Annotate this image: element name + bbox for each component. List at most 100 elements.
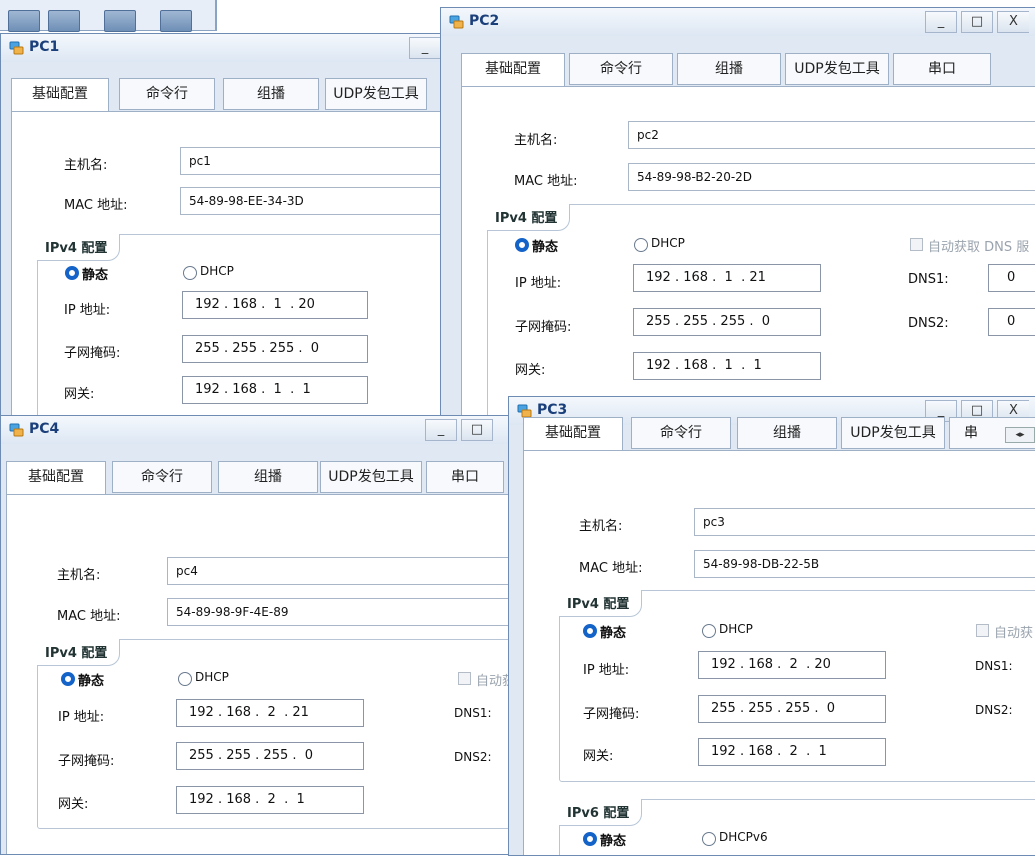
mask-input[interactable]: 255 . 255 . 255 . 0 — [176, 742, 364, 770]
ipv4-group-title: IPv4 配置 — [37, 234, 121, 261]
hostname-input[interactable]: pc2 — [628, 121, 1035, 149]
ipv4-group: IPv4 配置 静态 DHCP IP 地址: 192 . 168 . 1 . 2… — [37, 234, 444, 434]
gateway-label: 网关: — [58, 797, 89, 812]
tab-command-line[interactable]: 命令行 — [631, 417, 731, 449]
ipv4-group-title: IPv4 配置 — [487, 204, 571, 231]
auto-dns-label: 自动获取 DNS 服 — [928, 240, 1030, 255]
dhcp-radio[interactable] — [178, 672, 192, 686]
ipv4-group-title: IPv4 配置 — [559, 590, 643, 617]
title-bar[interactable]: PC2 _ □ X — [441, 8, 1035, 36]
window-title: PC1 — [29, 39, 60, 55]
title-bar[interactable]: PC4 _ □ — [1, 416, 511, 444]
auto-dns-checkbox[interactable] — [976, 624, 989, 637]
pc1-window: PC1 _ 基础配置 命令行 组播 UDP发包工具 主机名: pc1 MAC 地… — [0, 33, 445, 453]
close-button[interactable]: X — [997, 11, 1029, 33]
tab-multicast[interactable]: 组播 — [677, 53, 781, 85]
ip-input[interactable]: 192 . 168 . 2 . 20 — [698, 651, 886, 679]
ip-label: IP 地址: — [515, 276, 562, 291]
mask-label: 子网掩码: — [58, 754, 115, 769]
static6-label: 静态 — [600, 834, 627, 849]
mask-input[interactable]: 255 . 255 . 255 . 0 — [633, 308, 821, 336]
minimize-button[interactable]: _ — [425, 419, 457, 441]
device-icon[interactable] — [48, 10, 80, 32]
maximize-button[interactable]: □ — [461, 419, 493, 441]
ip-input[interactable]: 192 . 168 . 1 . 21 — [633, 264, 821, 292]
tab-udp-tool[interactable]: UDP发包工具 — [841, 417, 945, 449]
tab-serial[interactable]: 串口 — [426, 461, 504, 493]
minimize-button[interactable]: _ — [409, 37, 441, 59]
pc3-window: PC3 _ □ X 基础配置 命令行 组播 UDP发包工具 串 ◂▸ 主机名: … — [508, 396, 1035, 856]
dhcpv6-radio[interactable] — [702, 832, 716, 846]
hostname-input[interactable]: pc1 — [180, 147, 444, 175]
auto-dns-label: 自动获 — [476, 674, 512, 689]
dhcp-radio[interactable] — [702, 624, 716, 638]
mac-label: MAC 地址: — [579, 561, 643, 576]
gateway-input[interactable]: 192 . 168 . 2 . 1 — [176, 786, 364, 814]
tab-multicast[interactable]: 组播 — [223, 78, 319, 110]
tab-scroll-arrows[interactable]: ◂▸ — [1005, 427, 1035, 443]
static-radio[interactable] — [515, 238, 529, 252]
dhcp-radio[interactable] — [634, 238, 648, 252]
dns1-input[interactable]: 0 — [988, 264, 1035, 292]
tab-command-line[interactable]: 命令行 — [119, 78, 215, 110]
tab-udp-tool[interactable]: UDP发包工具 — [325, 78, 427, 110]
tab-udp-tool[interactable]: UDP发包工具 — [320, 461, 422, 493]
auto-dns-checkbox[interactable] — [458, 672, 471, 685]
ipv4-group: IPv4 配置 静态 DHCP 自动获 IP 地址: 192 . 168 . 2… — [37, 639, 512, 829]
title-bar[interactable]: PC1 _ — [1, 34, 444, 62]
mac-field[interactable]: 54-89-98-9F-4E-89 — [167, 598, 511, 626]
static-radio[interactable] — [61, 672, 75, 686]
tab-multicast[interactable]: 组播 — [218, 461, 318, 493]
hostname-input[interactable]: pc4 — [167, 557, 511, 585]
tab-bar: 基础配置 命令行 组播 UDP发包工具 串口 — [6, 461, 511, 495]
auto-dns-checkbox[interactable] — [910, 238, 923, 251]
dhcp-label: DHCP — [719, 622, 753, 636]
tab-basic-config[interactable]: 基础配置 — [11, 78, 109, 112]
config-panel: 主机名: pc4 MAC 地址: 54-89-98-9F-4E-89 IPv4 … — [6, 494, 512, 854]
mac-field[interactable]: 54-89-98-DB-22-5B — [694, 550, 1035, 578]
dhcp-label: DHCP — [200, 264, 234, 278]
maximize-button[interactable]: □ — [961, 11, 993, 33]
device-icon[interactable] — [8, 10, 40, 32]
static-radio[interactable] — [65, 266, 79, 280]
minimize-button[interactable]: _ — [925, 11, 957, 33]
hostname-label: 主机名: — [514, 133, 558, 148]
tab-bar: 基础配置 命令行 组播 UDP发包工具 串 ◂▸ — [523, 417, 1035, 451]
tab-multicast[interactable]: 组播 — [737, 417, 837, 449]
tab-command-line[interactable]: 命令行 — [569, 53, 673, 85]
gateway-input[interactable]: 192 . 168 . 2 . 1 — [698, 738, 886, 766]
pc-icon — [449, 15, 464, 29]
mask-input[interactable]: 255 . 255 . 255 . 0 — [182, 335, 368, 363]
config-panel: 主机名: pc3 MAC 地址: 54-89-98-DB-22-5B IPv4 … — [523, 450, 1035, 855]
mask-label: 子网掩码: — [583, 707, 640, 722]
device-icon[interactable] — [104, 10, 136, 32]
mask-label: 子网掩码: — [515, 320, 572, 335]
mac-label: MAC 地址: — [57, 609, 121, 624]
tab-serial[interactable]: 串口 — [893, 53, 991, 85]
window-title: PC3 — [537, 402, 568, 418]
ip-label: IP 地址: — [58, 710, 105, 725]
dhcp-radio[interactable] — [183, 266, 197, 280]
static6-radio[interactable] — [583, 832, 597, 846]
mac-label: MAC 地址: — [514, 174, 578, 189]
mac-label: MAC 地址: — [64, 198, 128, 213]
ipv6-group: IPv6 配置 静态 DHCPv6 — [559, 799, 1035, 855]
gateway-input[interactable]: 192 . 168 . 1 . 1 — [633, 352, 821, 380]
gateway-input[interactable]: 192 . 168 . 1 . 1 — [182, 376, 368, 404]
hostname-label: 主机名: — [57, 568, 101, 583]
static-radio[interactable] — [583, 624, 597, 638]
tab-basic-config[interactable]: 基础配置 — [523, 417, 623, 451]
tab-udp-tool[interactable]: UDP发包工具 — [785, 53, 889, 85]
tab-basic-config[interactable]: 基础配置 — [461, 53, 565, 87]
ip-input[interactable]: 192 . 168 . 1 . 20 — [182, 291, 368, 319]
mac-field[interactable]: 54-89-98-B2-20-2D — [628, 163, 1035, 191]
device-icon[interactable] — [160, 10, 192, 32]
mask-input[interactable]: 255 . 255 . 255 . 0 — [698, 695, 886, 723]
hostname-label: 主机名: — [579, 519, 623, 534]
dns2-input[interactable]: 0 — [988, 308, 1035, 336]
tab-basic-config[interactable]: 基础配置 — [6, 461, 106, 495]
tab-command-line[interactable]: 命令行 — [112, 461, 212, 493]
hostname-input[interactable]: pc3 — [694, 508, 1035, 536]
ip-input[interactable]: 192 . 168 . 2 . 21 — [176, 699, 364, 727]
mac-field[interactable]: 54-89-98-EE-34-3D — [180, 187, 444, 215]
